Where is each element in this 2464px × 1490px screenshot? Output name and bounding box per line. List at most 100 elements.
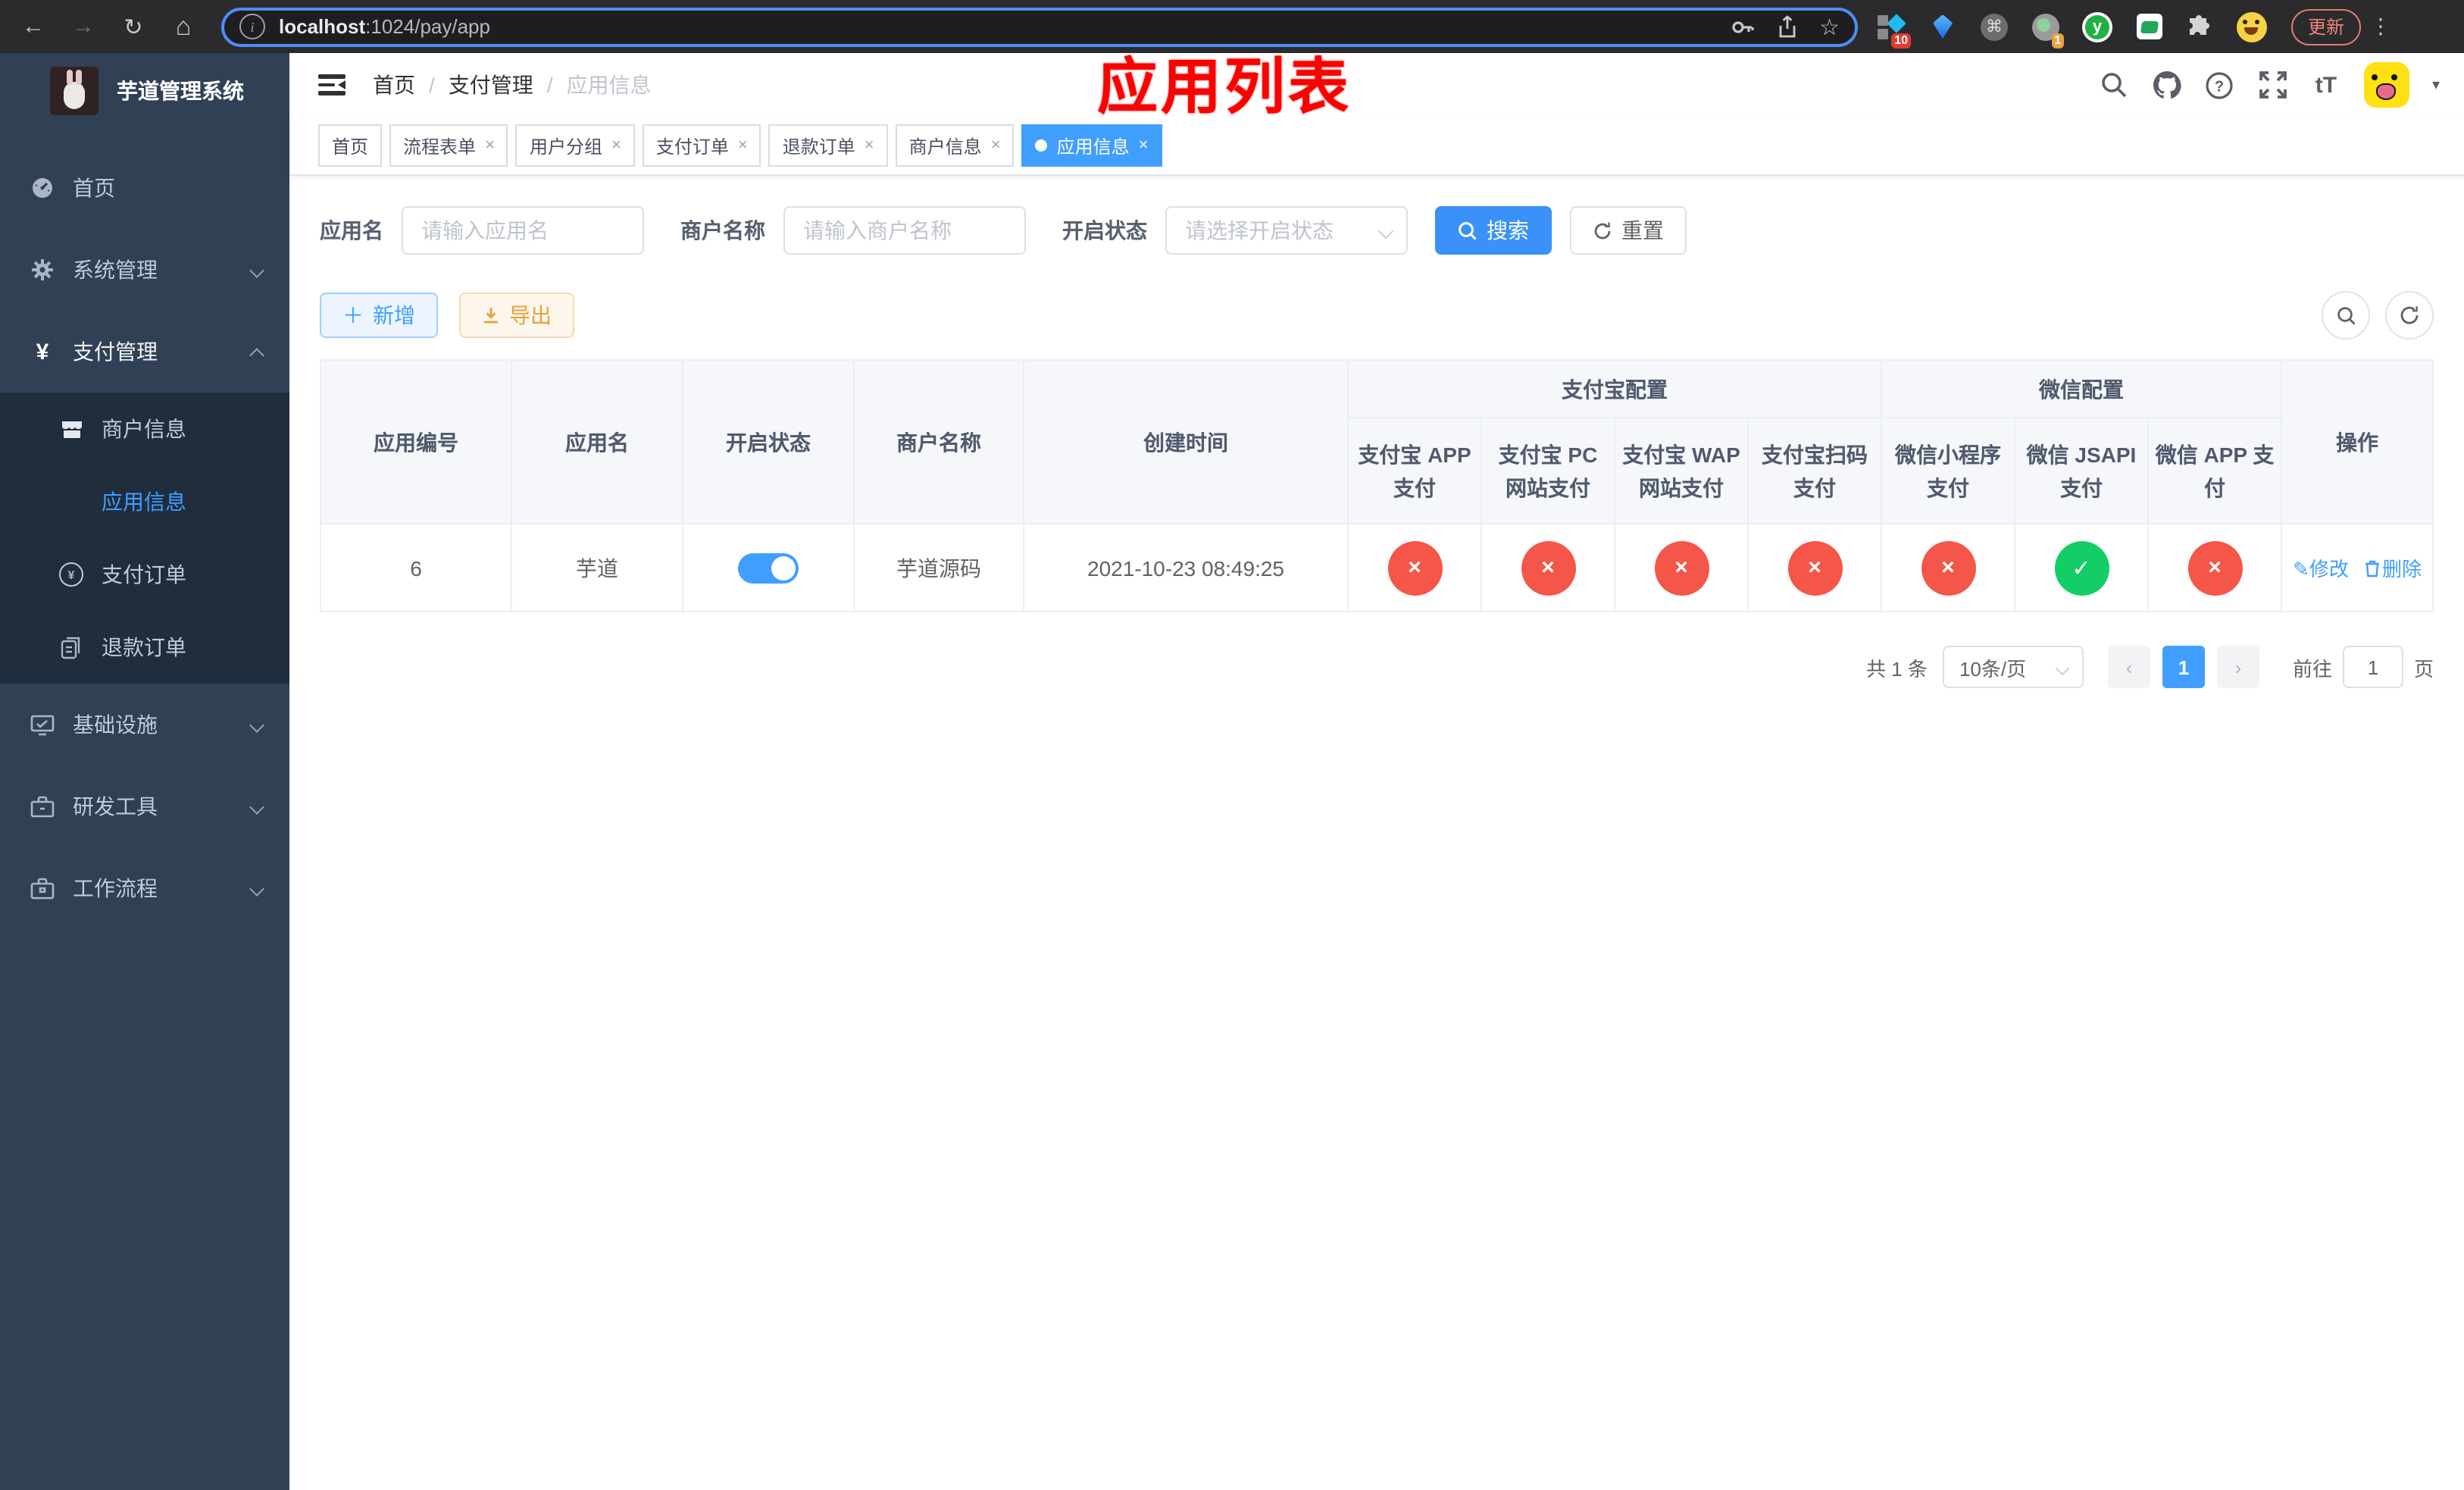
browser-home-icon[interactable]: ⌂	[167, 10, 200, 43]
chrome-update-button[interactable]: 更新	[2291, 8, 2362, 45]
chevron-down-icon	[250, 717, 265, 732]
user-avatar[interactable]	[2363, 62, 2409, 108]
browser-back-icon[interactable]: ←	[17, 10, 50, 43]
col-wx-jsapi: 微信 JSAPI 支付	[2014, 417, 2149, 524]
reset-button[interactable]: 重置	[1570, 206, 1687, 255]
next-page-button[interactable]: ›	[2216, 646, 2259, 688]
chrome-menu-icon[interactable]: ⋮	[2370, 14, 2391, 39]
breadcrumb: 首页 / 支付管理 / 应用信息	[373, 70, 652, 100]
show-search-button[interactable]	[2322, 291, 2370, 340]
sidebar-item-home[interactable]: 首页	[0, 147, 289, 229]
sidebar-logo[interactable]: 芋道管理系统	[0, 53, 289, 129]
app-name-input[interactable]	[402, 206, 644, 255]
font-size-icon[interactable]: tT	[2311, 70, 2341, 100]
col-actions: 操作	[2281, 359, 2434, 524]
site-info-icon[interactable]: i	[239, 14, 265, 39]
extension-chat-icon[interactable]	[2134, 11, 2164, 42]
add-button[interactable]: ＋ 新增	[320, 293, 438, 338]
extension-y-icon[interactable]: y	[2082, 11, 2112, 42]
prev-page-button[interactable]: ‹	[2107, 646, 2150, 688]
close-icon[interactable]: ×	[738, 136, 748, 155]
chevron-down-icon	[250, 881, 265, 896]
sidebar-item-workflow[interactable]: 工作流程	[0, 847, 289, 929]
extension-camera-icon[interactable]: 1	[2031, 11, 2064, 48]
sidebar-item-refund-orders[interactable]: 退款订单	[0, 611, 289, 684]
sidebar-item-system[interactable]: 系统管理	[0, 229, 289, 311]
github-icon[interactable]	[2152, 70, 2182, 100]
col-alipay-pc: 支付宝 PC 网站支付	[1481, 417, 1615, 524]
col-wx-app: 微信 APP 支付	[2147, 417, 2283, 524]
extension-gem-icon[interactable]	[1928, 11, 1958, 42]
extension-kite-icon[interactable]: 10	[1876, 11, 1911, 48]
tab-user-group[interactable]: 用户分组 ×	[515, 124, 635, 167]
tab-refund-orders[interactable]: 退款订单 ×	[768, 124, 888, 167]
close-icon[interactable]: ×	[865, 136, 874, 155]
url-text[interactable]: localhost:1024/pay/app	[279, 15, 1709, 38]
page-size-select[interactable]: 10条/页	[1942, 646, 2084, 688]
close-icon[interactable]: ×	[991, 136, 1001, 155]
app-table: 应用编号 应用名 开启状态 商户名称 创建时间 支付宝配置 微信配置 操作 支付…	[320, 359, 2434, 612]
help-icon[interactable]: ?	[2205, 70, 2235, 100]
tab-merchant-info[interactable]: 商户信息 ×	[895, 124, 1015, 167]
sidebar-item-pay-orders[interactable]: ¥ 支付订单	[0, 538, 289, 611]
cell-created: 2021-10-23 08:49:25	[1023, 523, 1349, 612]
close-icon[interactable]: ×	[611, 136, 621, 155]
search-button[interactable]: 搜索	[1435, 206, 1552, 255]
browser-reload-icon[interactable]: ↻	[117, 10, 150, 43]
tab-process-form[interactable]: 流程表单 ×	[389, 124, 508, 167]
edit-link[interactable]: ✎修改	[2293, 558, 2349, 581]
caret-down-icon[interactable]: ▾	[2432, 77, 2440, 93]
active-dot	[1035, 139, 1048, 152]
merchant-name-input[interactable]	[783, 206, 1026, 255]
tags-view-bar: 首页 流程表单 × 用户分组 × 支付订单 × 退款订单 × 商户信息 × 应用信息 ×	[289, 117, 2464, 176]
export-button[interactable]: 导出	[459, 293, 574, 338]
fullscreen-icon[interactable]	[2258, 70, 2288, 100]
sidebar-item-app-info[interactable]: 应用信息	[0, 465, 289, 538]
breadcrumb-home[interactable]: 首页	[373, 70, 415, 100]
sidebar-item-merchant-info[interactable]: 商户信息	[0, 393, 289, 465]
share-icon[interactable]	[1775, 14, 1798, 39]
col-wx-lite: 微信小程序支付	[1881, 417, 2015, 524]
page-number-1[interactable]: 1	[2162, 646, 2205, 688]
status-select[interactable]	[1165, 206, 1408, 255]
document-icon	[59, 635, 83, 659]
profile-avatar[interactable]	[2237, 11, 2267, 42]
tab-app-info[interactable]: 应用信息 ×	[1021, 124, 1162, 167]
monitor-icon	[30, 712, 55, 737]
yen-circle-icon: ¥	[59, 562, 83, 587]
table-toolbar: ＋ 新增 导出	[320, 291, 2434, 340]
wx-jsapi-status-icon: ✓	[2054, 540, 2109, 595]
sidebar-item-payment[interactable]: ¥ 支付管理	[0, 311, 289, 393]
page-unit-label: 页	[2413, 657, 2434, 680]
refresh-table-button[interactable]	[2385, 291, 2434, 340]
extension-command-icon[interactable]: ⌘	[1979, 11, 2009, 42]
close-icon[interactable]: ×	[1139, 136, 1149, 155]
table-row: 6 芋道 芋道源码 2021-10-23 08:49:25 × × × × × …	[320, 523, 2434, 612]
breadcrumb-payment[interactable]: 支付管理	[449, 70, 533, 100]
sidebar-item-infra[interactable]: 基础设施	[0, 684, 289, 765]
navbar-actions: ? tT ▾	[2099, 62, 2440, 108]
collapse-sidebar-icon[interactable]	[318, 74, 346, 95]
sidebar-item-devtools[interactable]: 研发工具	[0, 765, 289, 847]
search-icon[interactable]	[2099, 70, 2129, 100]
address-bar[interactable]: i localhost:1024/pay/app ☆	[221, 7, 1858, 46]
tab-pay-orders[interactable]: 支付订单 ×	[642, 124, 761, 167]
bookmark-star-icon[interactable]: ☆	[1819, 13, 1840, 40]
close-icon[interactable]: ×	[485, 136, 495, 155]
chevron-down-icon	[250, 799, 265, 814]
col-created: 创建时间	[1023, 359, 1349, 524]
chevron-down-icon	[250, 262, 265, 277]
extensions-puzzle-icon[interactable]	[2185, 11, 2215, 42]
status-toggle[interactable]	[738, 552, 799, 583]
logo-rabbit-image	[50, 67, 98, 115]
browser-forward-icon[interactable]: →	[67, 10, 100, 43]
tab-home[interactable]: 首页	[318, 124, 383, 167]
alipay-wap-status-icon: ×	[1654, 540, 1709, 595]
goto-page-input[interactable]	[2342, 646, 2403, 688]
col-status: 开启状态	[682, 359, 855, 524]
password-key-icon[interactable]	[1730, 14, 1754, 39]
extensions-area: 10 ⌘ 1 y	[1876, 11, 2267, 48]
refresh-icon	[1593, 221, 1612, 240]
delete-link[interactable]: 删除	[2364, 558, 2422, 581]
alipay-pc-status-icon: ×	[1521, 540, 1575, 595]
